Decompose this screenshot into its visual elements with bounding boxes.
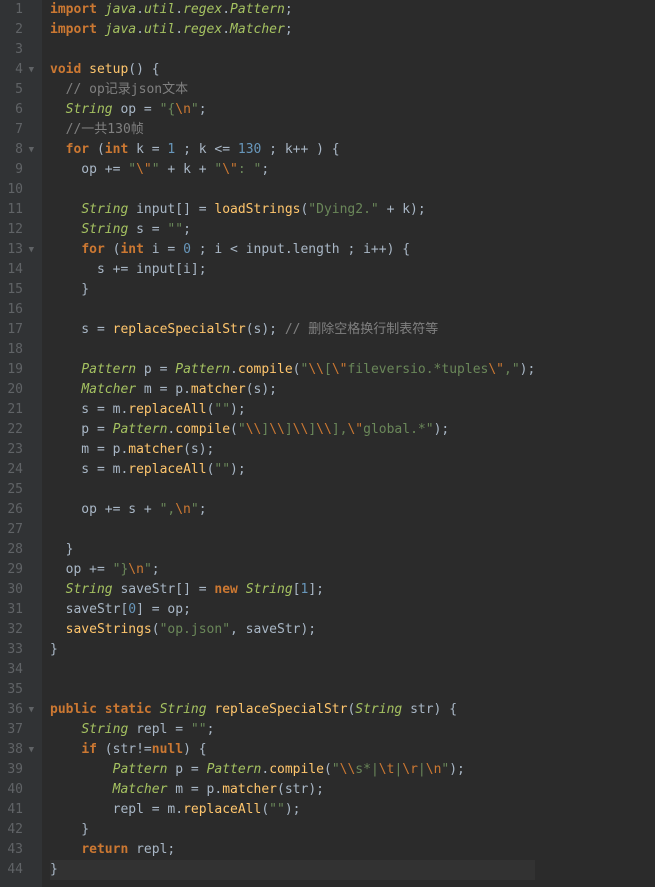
code-line[interactable]: for (int i = 0 ; i < input.length ; i++)… — [50, 240, 535, 260]
line-number: 42 — [4, 820, 34, 840]
code-line[interactable]: repl = m.replaceAll(""); — [50, 800, 535, 820]
code-line[interactable]: } — [50, 280, 535, 300]
line-number: 5 — [4, 80, 34, 100]
code-line[interactable]: String input[] = loadStrings("Dying2." +… — [50, 200, 535, 220]
code-line[interactable] — [50, 520, 535, 540]
code-line[interactable]: Pattern p = Pattern.compile("\\[\"fileve… — [50, 360, 535, 380]
code-line[interactable]: return repl; — [50, 840, 535, 860]
code-line[interactable] — [50, 300, 535, 320]
code-line[interactable]: saveStrings("op.json", saveStr); — [50, 620, 535, 640]
code-line[interactable]: //一共130帧 — [50, 120, 535, 140]
line-number: 16 — [4, 300, 34, 320]
code-line[interactable]: Matcher m = p.matcher(s); — [50, 380, 535, 400]
code-line[interactable]: op += "\"" + k + "\": "; — [50, 160, 535, 180]
line-number: 33 — [4, 640, 34, 660]
line-number: 32 — [4, 620, 34, 640]
line-number: 14 — [4, 260, 34, 280]
code-line[interactable] — [50, 40, 535, 60]
fold-icon[interactable]: ▼ — [26, 240, 34, 260]
line-number: 37 — [4, 720, 34, 740]
line-number: 21 — [4, 400, 34, 420]
code-line[interactable]: String s = ""; — [50, 220, 535, 240]
code-line[interactable] — [50, 660, 535, 680]
line-number: 36▼ — [4, 700, 34, 720]
line-number: 17 — [4, 320, 34, 340]
line-number: 1 — [4, 0, 34, 20]
code-line[interactable]: String repl = ""; — [50, 720, 535, 740]
line-number: 8▼ — [4, 140, 34, 160]
code-line[interactable]: op += "}\n"; — [50, 560, 535, 580]
line-number: 29 — [4, 560, 34, 580]
code-line[interactable]: for (int k = 1 ; k <= 130 ; k++ ) { — [50, 140, 535, 160]
line-number: 18 — [4, 340, 34, 360]
line-number: 31 — [4, 600, 34, 620]
code-line[interactable]: } — [50, 820, 535, 840]
line-number: 7 — [4, 120, 34, 140]
code-line[interactable]: import java.util.regex.Pattern; — [50, 0, 535, 20]
code-line[interactable] — [50, 180, 535, 200]
line-number: 10 — [4, 180, 34, 200]
code-line[interactable] — [50, 340, 535, 360]
line-number: 41 — [4, 800, 34, 820]
code-line[interactable]: s += input[i]; — [50, 260, 535, 280]
code-line[interactable]: saveStr[0] = op; — [50, 600, 535, 620]
line-number: 25 — [4, 480, 34, 500]
code-line[interactable]: m = p.matcher(s); — [50, 440, 535, 460]
line-number: 6 — [4, 100, 34, 120]
line-number: 43 — [4, 840, 34, 860]
code-line[interactable]: s = replaceSpecialStr(s); // 删除空格换行制表符等 — [50, 320, 535, 340]
fold-icon[interactable]: ▼ — [26, 700, 34, 720]
line-number: 15 — [4, 280, 34, 300]
line-number: 23 — [4, 440, 34, 460]
line-number: 34 — [4, 660, 34, 680]
code-line[interactable]: s = m.replaceAll(""); — [50, 460, 535, 480]
line-number-gutter: 1234▼5678▼910111213▼14151617181920212223… — [0, 0, 42, 887]
code-line[interactable]: public static String replaceSpecialStr(S… — [50, 700, 535, 720]
code-line[interactable]: s = m.replaceAll(""); — [50, 400, 535, 420]
code-line[interactable] — [50, 480, 535, 500]
code-line[interactable]: p = Pattern.compile("\\]\\]\\]\\],\"glob… — [50, 420, 535, 440]
code-line[interactable]: op += s + ",\n"; — [50, 500, 535, 520]
line-number: 22 — [4, 420, 34, 440]
line-number: 11 — [4, 200, 34, 220]
code-line[interactable]: if (str!=null) { — [50, 740, 535, 760]
line-number: 26 — [4, 500, 34, 520]
line-number: 40 — [4, 780, 34, 800]
code-line[interactable]: } — [50, 860, 535, 880]
code-line[interactable]: String op = "{\n"; — [50, 100, 535, 120]
line-number: 24 — [4, 460, 34, 480]
line-number: 27 — [4, 520, 34, 540]
line-number: 28 — [4, 540, 34, 560]
code-area[interactable]: import java.util.regex.Pattern;import ja… — [42, 0, 535, 887]
code-line[interactable]: Pattern p = Pattern.compile("\\s*|\t|\r|… — [50, 760, 535, 780]
fold-icon[interactable]: ▼ — [26, 740, 34, 760]
line-number: 12 — [4, 220, 34, 240]
code-line[interactable]: import java.util.regex.Matcher; — [50, 20, 535, 40]
code-line[interactable]: // op记录json文本 — [50, 80, 535, 100]
line-number: 38▼ — [4, 740, 34, 760]
line-number: 39 — [4, 760, 34, 780]
line-number: 3 — [4, 40, 34, 60]
line-number: 2 — [4, 20, 34, 40]
line-number: 19 — [4, 360, 34, 380]
line-number: 4▼ — [4, 60, 34, 80]
code-line[interactable]: } — [50, 640, 535, 660]
line-number: 44 — [4, 860, 34, 880]
line-number: 9 — [4, 160, 34, 180]
line-number: 35 — [4, 680, 34, 700]
code-line[interactable]: void setup() { — [50, 60, 535, 80]
line-number: 20 — [4, 380, 34, 400]
code-editor[interactable]: 1234▼5678▼910111213▼14151617181920212223… — [0, 0, 655, 887]
code-line[interactable]: Matcher m = p.matcher(str); — [50, 780, 535, 800]
code-line[interactable]: } — [50, 540, 535, 560]
line-number: 30 — [4, 580, 34, 600]
line-number: 13▼ — [4, 240, 34, 260]
code-line[interactable]: String saveStr[] = new String[1]; — [50, 580, 535, 600]
fold-icon[interactable]: ▼ — [26, 60, 34, 80]
fold-icon[interactable]: ▼ — [26, 140, 34, 160]
code-line[interactable] — [50, 680, 535, 700]
